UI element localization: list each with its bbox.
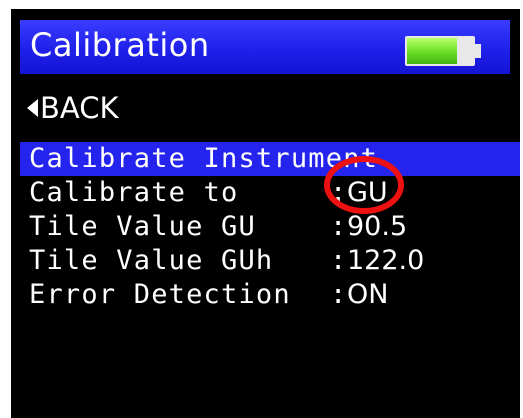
separator-colon: :: [330, 245, 347, 276]
battery-cap: [475, 44, 481, 58]
menu-item-label: Calibrate to: [29, 177, 239, 208]
battery-level-fill: [407, 38, 457, 64]
page-title: Calibration: [30, 26, 210, 64]
battery-body: [405, 36, 475, 66]
menu-item-label: Calibrate Instrument: [29, 143, 379, 174]
menu-item-label: Tile Value GUh: [29, 245, 274, 276]
annotation-circle: [324, 156, 404, 214]
menu-item-label: Tile Value GU: [29, 211, 256, 242]
back-button[interactable]: BACK: [27, 91, 119, 125]
title-bar: Calibration: [20, 20, 510, 74]
menu-item-value: 122.0: [347, 245, 425, 276]
menu-item-value: ON: [347, 279, 389, 310]
back-label: BACK: [40, 91, 119, 125]
menu-item-label: Error Detection: [29, 279, 291, 310]
back-arrow-icon: [27, 99, 38, 117]
device-screen: Calibration BACK Calibrate Instrument Ca…: [11, 9, 520, 418]
battery-icon: [405, 36, 481, 66]
separator-colon: :: [330, 211, 347, 242]
menu-item-value: 90.5: [347, 211, 408, 242]
separator-colon: :: [330, 279, 347, 310]
